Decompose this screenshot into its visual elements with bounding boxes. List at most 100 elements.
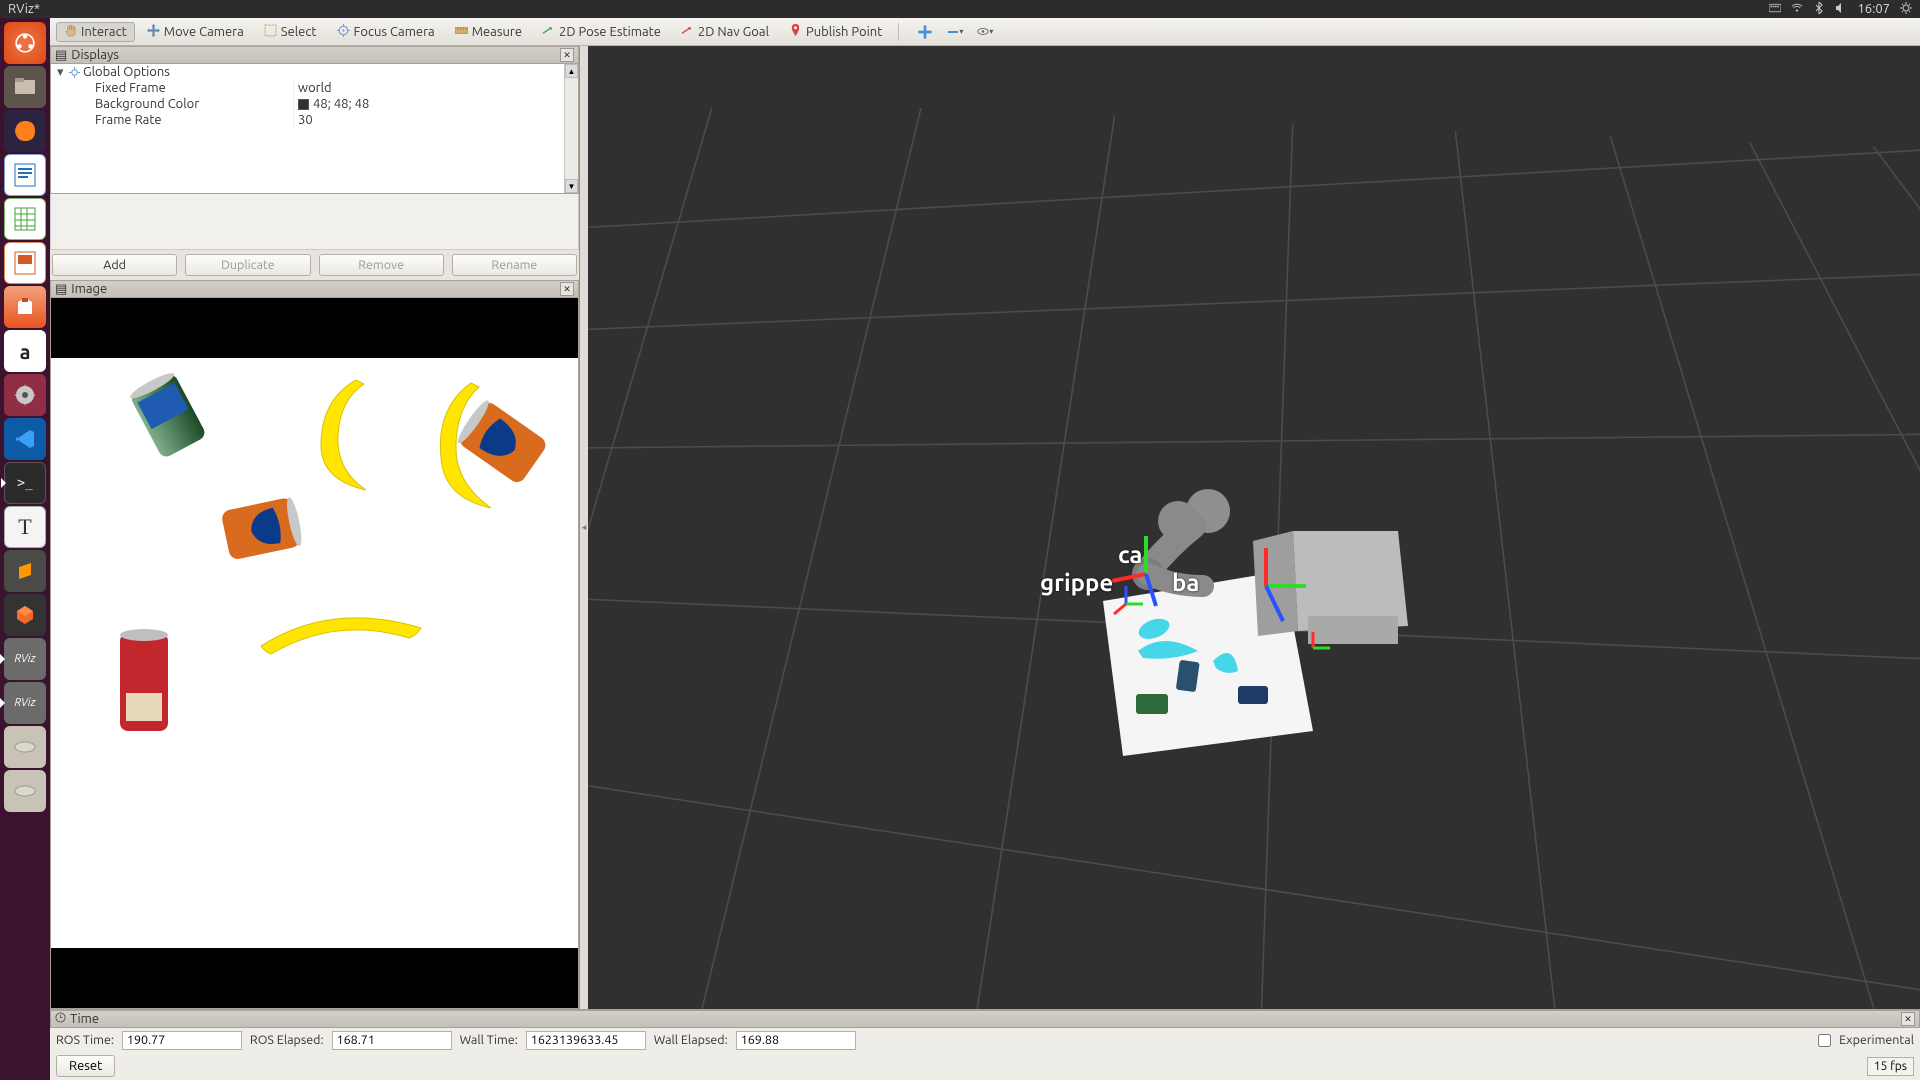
tool-focus-camera-label: Focus Camera <box>354 25 435 39</box>
launcher-rviz-2[interactable]: RViz <box>4 682 46 724</box>
launcher-gazebo[interactable] <box>4 594 46 636</box>
wall-elapsed-field[interactable] <box>736 1031 856 1050</box>
scene-label-gripper: grippe <box>1040 569 1113 596</box>
tool-remove-icon[interactable]: ▾ <box>947 25 963 39</box>
launcher-terminal[interactable]: >_ <box>4 462 46 504</box>
wall-time-field[interactable] <box>526 1031 646 1050</box>
tool-pose-estimate-label: 2D Pose Estimate <box>559 25 661 39</box>
tool-add-icon[interactable] <box>917 25 933 39</box>
rename-button[interactable]: Rename <box>452 254 577 276</box>
ruler-icon <box>455 24 468 40</box>
tree-row-fixed-frame[interactable]: Fixed Frame world <box>51 80 578 96</box>
scene-label-ca: ca <box>1118 541 1142 568</box>
wifi-icon[interactable] <box>1791 2 1803 17</box>
object-green-can <box>110 350 243 481</box>
displays-title: Displays <box>71 48 119 62</box>
duplicate-button[interactable]: Duplicate <box>185 254 310 276</box>
panel-grip-icon: ▤ <box>55 282 67 297</box>
displays-panel-header[interactable]: ▤ Displays ✕ <box>50 46 579 64</box>
tool-measure[interactable]: Measure <box>447 22 530 42</box>
vertical-splitter[interactable] <box>580 46 588 1009</box>
launcher-dock: a >_ T RViz RViz <box>0 18 50 1080</box>
ros-time-field[interactable] <box>122 1031 242 1050</box>
color-swatch <box>298 99 309 110</box>
scroll-up-icon[interactable]: ▲ <box>565 64 578 78</box>
bluetooth-icon[interactable] <box>1813 2 1825 17</box>
experimental-checkbox[interactable] <box>1818 1034 1831 1047</box>
add-button[interactable]: Add <box>52 254 177 276</box>
tree-root-label: Global Options <box>81 65 281 79</box>
3d-view[interactable]: ca grippe ba <box>588 46 1920 1009</box>
robot-scene <box>1048 436 1448 766</box>
tool-select-label: Select <box>281 25 317 39</box>
close-icon[interactable]: ✕ <box>1901 1012 1915 1026</box>
ros-elapsed-label: ROS Elapsed: <box>250 1033 324 1047</box>
launcher-text-editor[interactable]: T <box>4 506 46 548</box>
arrow-red-icon <box>681 24 694 40</box>
remove-button[interactable]: Remove <box>319 254 444 276</box>
image-view[interactable] <box>50 298 579 1009</box>
clock[interactable]: 16:07 <box>1857 2 1890 16</box>
reset-button[interactable]: Reset <box>56 1055 115 1077</box>
launcher-software[interactable] <box>4 286 46 328</box>
workspace: ▤ Displays ✕ ▾ Global Options Fixed Fram… <box>50 46 1920 1009</box>
time-panel-title: Time <box>70 1012 99 1026</box>
tool-publish-point[interactable]: Publish Point <box>781 22 890 42</box>
wall-time-label: Wall Time: <box>460 1033 518 1047</box>
launcher-dash[interactable] <box>4 22 46 64</box>
tool-publish-point-label: Publish Point <box>806 25 882 39</box>
launcher-sublime[interactable] <box>4 550 46 592</box>
tree-scrollbar[interactable]: ▲ ▼ <box>564 64 578 193</box>
toolbar-right-group: ▾ ▾ <box>917 25 993 39</box>
launcher-disk-1[interactable] <box>4 726 46 768</box>
select-icon <box>264 24 277 40</box>
fps-indicator: 15 fps <box>1867 1057 1914 1076</box>
tool-measure-label: Measure <box>472 25 522 39</box>
time-panel-header[interactable]: Time ✕ <box>50 1010 1920 1028</box>
tree-expand-icon[interactable]: ▾ <box>57 65 67 80</box>
tool-focus-camera[interactable]: Focus Camera <box>329 22 443 42</box>
time-panel: Time ✕ ROS Time: ROS Elapsed: Wall Time:… <box>50 1009 1920 1080</box>
ros-elapsed-field[interactable] <box>332 1031 452 1050</box>
tree-row-background-color[interactable]: Background Color 48; 48; 48 <box>51 96 578 112</box>
launcher-firefox[interactable] <box>4 110 46 152</box>
object-red-can <box>106 623 186 743</box>
launcher-disk-2[interactable] <box>4 770 46 812</box>
keyboard-icon[interactable] <box>1769 2 1781 17</box>
tool-interact[interactable]: Interact <box>56 22 135 42</box>
launcher-calc[interactable] <box>4 198 46 240</box>
tool-move-camera[interactable]: Move Camera <box>139 22 252 42</box>
launcher-writer[interactable] <box>4 154 46 196</box>
launcher-impress[interactable] <box>4 242 46 284</box>
reset-row: Reset 15 fps <box>50 1052 1920 1080</box>
displays-tree[interactable]: ▾ Global Options Fixed Frame world Backg… <box>50 64 579 194</box>
tool-2d-pose-estimate[interactable]: 2D Pose Estimate <box>534 22 669 42</box>
rviz-window: Interact Move Camera Select Focus Camera… <box>50 18 1920 1080</box>
tree-row-frame-rate[interactable]: Frame Rate 30 <box>51 112 578 128</box>
close-icon[interactable]: ✕ <box>560 48 574 62</box>
displays-buttons: Add Duplicate Remove Rename <box>50 250 579 280</box>
image-panel-header[interactable]: ▤ Image ✕ <box>50 280 579 298</box>
tool-select[interactable]: Select <box>256 22 325 42</box>
volume-icon[interactable] <box>1835 2 1847 17</box>
close-icon[interactable]: ✕ <box>560 282 574 296</box>
launcher-settings[interactable] <box>4 374 46 416</box>
rviz-toolbar: Interact Move Camera Select Focus Camera… <box>50 18 1920 46</box>
tree-root-global-options[interactable]: ▾ Global Options <box>51 64 578 80</box>
scroll-down-icon[interactable]: ▼ <box>565 179 578 193</box>
toolbar-separator <box>898 23 899 41</box>
tool-2d-nav-goal[interactable]: 2D Nav Goal <box>673 22 777 42</box>
move-icon <box>147 24 160 40</box>
left-column: ▤ Displays ✕ ▾ Global Options Fixed Fram… <box>50 46 580 1009</box>
launcher-rviz-1[interactable]: RViz <box>4 638 46 680</box>
launcher-amazon[interactable]: a <box>4 330 46 372</box>
tool-nav-goal-label: 2D Nav Goal <box>698 25 769 39</box>
tool-visibility-icon[interactable]: ▾ <box>977 25 993 39</box>
camera-image <box>51 358 578 948</box>
launcher-files[interactable] <box>4 66 46 108</box>
desktop-top-bar: RViz* 16:07 <box>0 0 1920 18</box>
system-tray[interactable]: 16:07 <box>1769 2 1912 17</box>
focus-icon <box>337 24 350 40</box>
gear-icon[interactable] <box>1900 2 1912 17</box>
launcher-vscode[interactable] <box>4 418 46 460</box>
